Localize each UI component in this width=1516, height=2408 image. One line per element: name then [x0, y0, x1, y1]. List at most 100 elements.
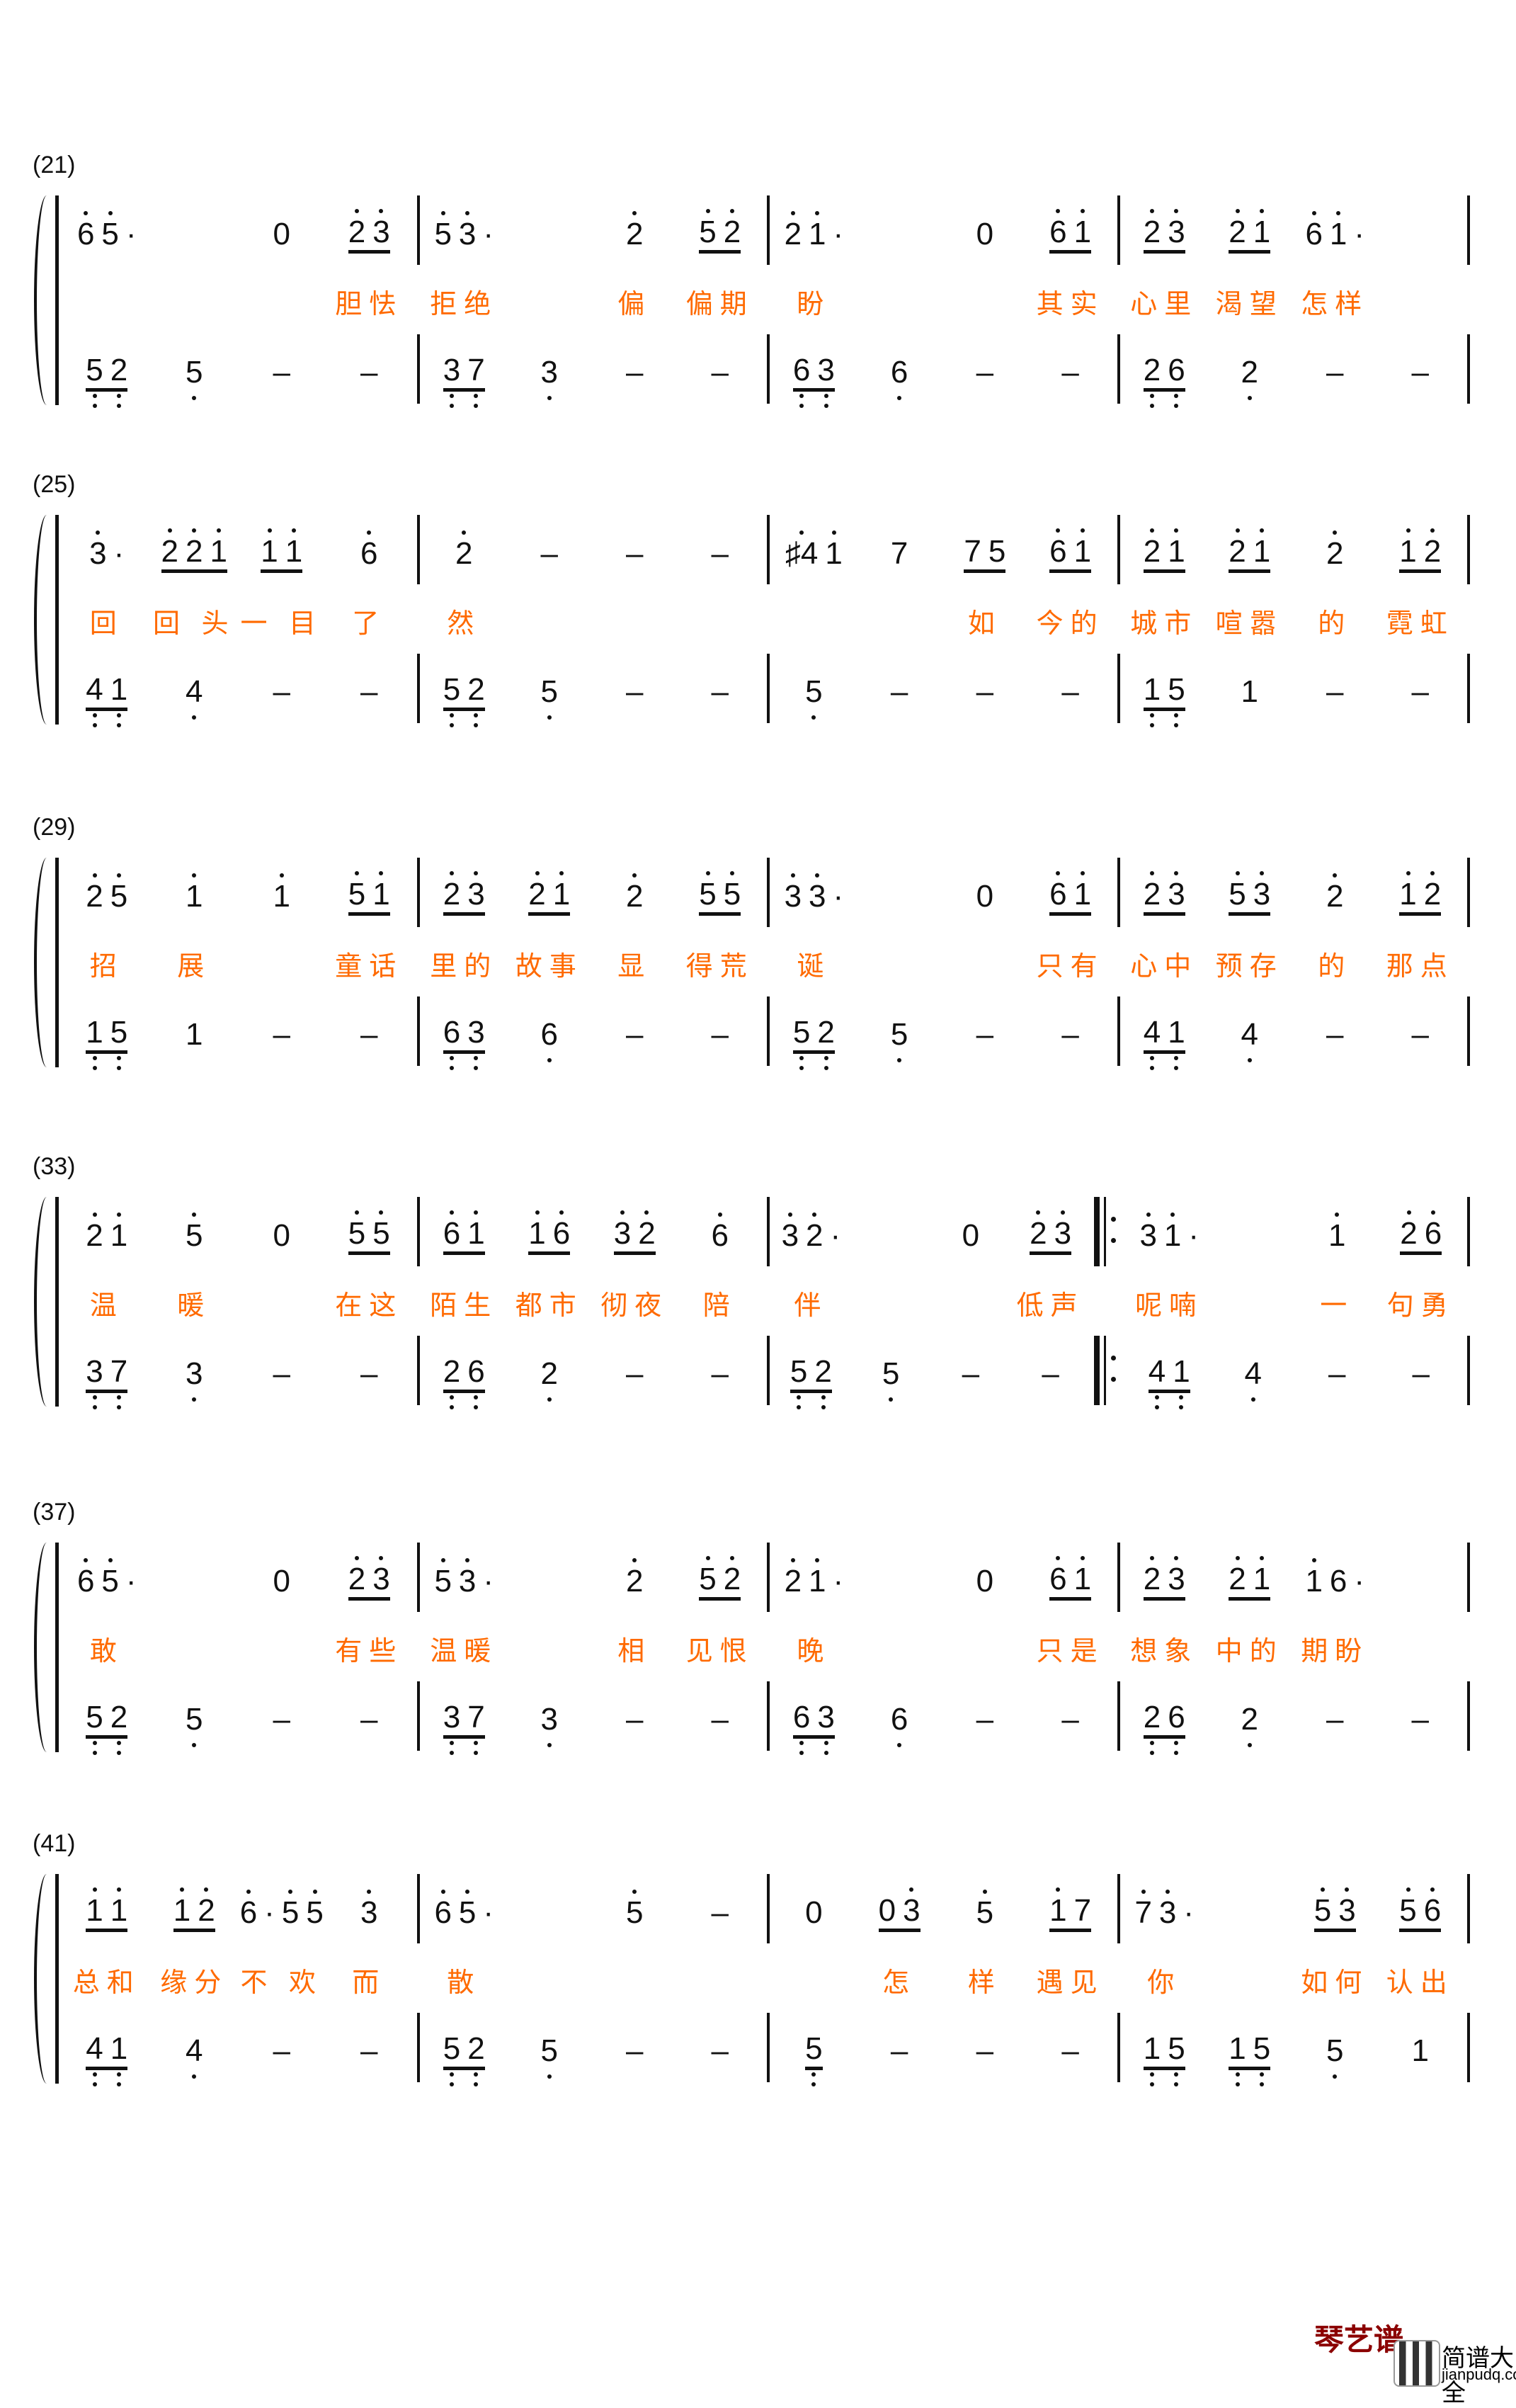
note-group: 12 [173, 1887, 215, 1932]
note: – [1411, 355, 1429, 390]
beat: 37 [421, 348, 507, 408]
beat: 23 [1122, 1555, 1207, 1606]
beat: 0 [942, 1557, 1028, 1606]
beat: 0 [942, 872, 1028, 921]
lyric: 盼 [797, 290, 831, 319]
note-group: 23 [1143, 208, 1185, 254]
note-group: 61 [1049, 528, 1092, 573]
note: 3 [86, 1355, 103, 1409]
note-group: 21 [1143, 528, 1185, 573]
beat: 41 [1127, 1349, 1212, 1409]
beat: 11 [63, 1887, 151, 1938]
note: – [711, 2033, 729, 2068]
beat: 1 [151, 1010, 239, 1060]
octave-dot-above [450, 1210, 454, 1215]
beat: 0 [771, 1888, 857, 1938]
lyric: 怎样 [1301, 290, 1369, 319]
barline [417, 1197, 420, 1266]
note-group: 6 [360, 530, 377, 570]
barline [417, 996, 420, 1066]
lyric: 胆怯 [335, 290, 404, 319]
octave-dot-above [799, 530, 804, 535]
note: 5 [805, 2032, 823, 2086]
note: – [1412, 1356, 1430, 1391]
beat: 21 [1207, 208, 1293, 259]
lyric: 伴 [794, 1291, 828, 1321]
note: 5 [699, 870, 717, 911]
melody-measure: ♯4 1 7 7 5 6 1 [771, 528, 1113, 579]
octave-dot-above [1146, 1212, 1151, 1217]
note-group: 23 [1143, 870, 1185, 916]
note: 3 [467, 1016, 485, 1070]
score-system: (37) 6 5 · 0 2 3 敢有些 5 2 5– –5 3 · 2 5 2 温暖相见恨 3 7 3– –2 1 · 0 6 1… [0, 1499, 1516, 1769]
note: – [962, 1356, 980, 1391]
beat: 4 [151, 667, 239, 720]
beat: 4 [151, 2026, 239, 2079]
beat: 56 [1378, 1887, 1464, 1938]
octave-dot-above [1345, 1887, 1350, 1892]
lyric: 不 欢 [240, 1968, 324, 1998]
note-group: – [273, 676, 290, 708]
barline [417, 654, 420, 723]
note: 5 [186, 356, 203, 400]
octave-dot-above [288, 1890, 293, 1894]
octave-dot-above [1235, 870, 1240, 875]
octave-dot-below [192, 2074, 197, 2079]
note-group: 5 [1326, 2035, 1343, 2079]
octave-dot-below [192, 396, 197, 400]
note: 5 [434, 1558, 452, 1598]
note: – [711, 674, 729, 709]
beat: 2 [592, 1557, 678, 1606]
beat: – [942, 667, 1028, 717]
beat: 5 [857, 1010, 942, 1062]
note-group: 0 [976, 880, 993, 913]
octave-dot-above [1174, 528, 1179, 533]
beat: ♯4 1 [771, 529, 857, 579]
note: – [976, 355, 994, 390]
note-group: 21 [528, 870, 571, 916]
octave-dot-below [1247, 396, 1252, 400]
note: 1 [1399, 528, 1417, 568]
note: 2 [348, 208, 365, 249]
octave-dot-below [474, 1404, 479, 1409]
barline [767, 654, 770, 723]
octave-dot-below [116, 2072, 121, 2077]
beat: 0 [238, 1557, 326, 1606]
note-group: 1 [273, 873, 290, 913]
repeat-dot [1111, 1377, 1116, 1382]
lyrics-measure: 敢 有些 [63, 1629, 413, 1666]
beat: 2 [1207, 1695, 1293, 1747]
lyric [238, 1629, 326, 1664]
beat: 52 [63, 348, 151, 408]
note: 1 [1074, 528, 1091, 568]
octave-dot-below [823, 1750, 828, 1755]
note-group: 6 5 · [77, 211, 137, 251]
beat: 26 [1122, 348, 1207, 408]
octave-dot-above [462, 530, 467, 535]
octave-dot-above [729, 208, 734, 213]
octave-dot-below [1150, 403, 1154, 408]
octave-dot-above [705, 1555, 710, 1560]
lyrics-measure: 回回 头一 目了 [63, 601, 413, 639]
note-group: – [360, 676, 377, 708]
note: 2 [161, 528, 178, 568]
beat: – [931, 1349, 1011, 1399]
octave-dot-above [92, 1212, 97, 1217]
beat: 4 [1212, 1349, 1296, 1402]
lyric: 温暖 [430, 1637, 498, 1666]
note-group: 5 [882, 1358, 899, 1402]
note: 1 [261, 528, 278, 568]
octave-dot-below [547, 715, 552, 720]
note: 3 [372, 208, 390, 249]
octave-dot-below [92, 1055, 97, 1060]
beat: 37 [63, 1349, 151, 1409]
note: 2 [1400, 1210, 1418, 1250]
note: 1 [1411, 2033, 1429, 2068]
octave-dot-below [1150, 1065, 1154, 1070]
octave-dot-below [547, 1058, 552, 1062]
note-group: – [1326, 676, 1343, 708]
note: – [1061, 355, 1079, 390]
barline [1467, 1681, 1470, 1751]
accompaniment-measure: 5 2 5– – [421, 2026, 763, 2086]
accompaniment-measure: 3 7 3– – [63, 1349, 413, 1409]
